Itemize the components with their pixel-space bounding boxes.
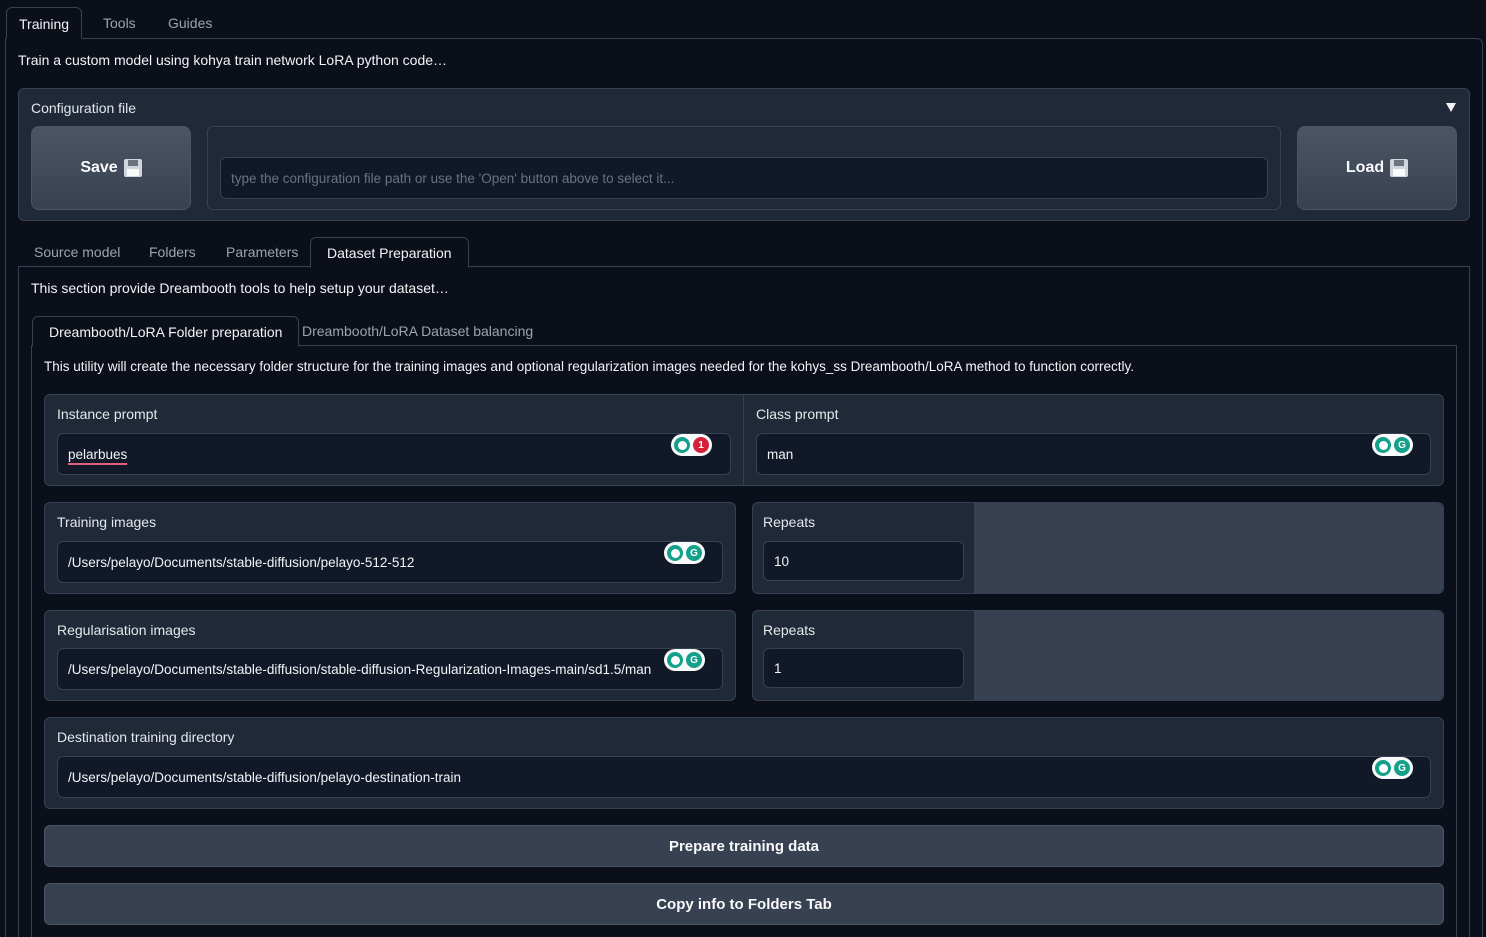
save-button[interactable]: Save bbox=[31, 126, 191, 210]
instance-prompt-input[interactable]: pelarbues bbox=[57, 433, 731, 475]
save-button-label: Save bbox=[80, 159, 118, 176]
training-images-value: /Users/pelayo/Documents/stable-diffusion… bbox=[68, 554, 415, 570]
utility-description: This utility will create the necessary f… bbox=[44, 359, 1135, 374]
grammarly-icon: G bbox=[686, 652, 702, 668]
destination-label: Destination training directory bbox=[57, 729, 235, 745]
repeats-empty-area bbox=[974, 611, 1443, 700]
config-path-input[interactable]: type the configuration file path or use … bbox=[220, 157, 1268, 199]
training-images-input[interactable]: /Users/pelayo/Documents/stable-diffusion… bbox=[57, 541, 723, 583]
load-button-label: Load bbox=[1345, 159, 1385, 176]
reg-images-value: /Users/pelayo/Documents/stable-diffusion… bbox=[68, 661, 652, 677]
grammarly-icon: G bbox=[1394, 437, 1410, 453]
floppy-disk-icon bbox=[1390, 159, 1409, 177]
destination-input[interactable]: /Users/pelayo/Documents/stable-diffusion… bbox=[57, 756, 1431, 798]
reg-repeats-label: Repeats bbox=[763, 622, 816, 638]
instance-prompt-label: Instance prompt bbox=[57, 406, 158, 422]
class-prompt-label: Class prompt bbox=[756, 406, 839, 422]
tab-parameters[interactable]: Parameters bbox=[210, 237, 314, 268]
copy-info-button[interactable]: Copy info to Folders Tab bbox=[44, 883, 1444, 925]
grammarly-icon: G bbox=[686, 545, 702, 561]
class-prompt-value: man bbox=[767, 446, 794, 462]
grammarly-badge[interactable]: G bbox=[664, 542, 705, 564]
reg-repeats-input[interactable]: 1 bbox=[763, 648, 964, 688]
prompts-divider bbox=[743, 395, 744, 485]
grammarly-badge[interactable]: G bbox=[1372, 757, 1413, 779]
lightbulb-icon bbox=[667, 545, 683, 561]
grammarly-badge[interactable]: G bbox=[664, 649, 705, 671]
grammarly-badge[interactable]: 1 bbox=[671, 434, 712, 456]
instance-prompt-value: pelarbues bbox=[68, 446, 128, 462]
reg-images-input[interactable]: /Users/pelayo/Documents/stable-diffusion… bbox=[57, 648, 723, 690]
lightbulb-icon bbox=[674, 437, 690, 453]
collapse-caret-icon[interactable] bbox=[1446, 103, 1456, 112]
grammarly-badge[interactable]: G bbox=[1372, 434, 1413, 456]
reg-repeats-value: 1 bbox=[774, 660, 782, 676]
grammarly-alert-count: 1 bbox=[693, 437, 709, 453]
training-repeats-label: Repeats bbox=[763, 514, 816, 530]
floppy-disk-icon bbox=[123, 159, 142, 177]
tab-dataset-preparation[interactable]: Dataset Preparation bbox=[310, 237, 469, 268]
lightbulb-icon bbox=[667, 652, 683, 668]
tab-dataset-balancing[interactable]: Dreambooth/LoRA Dataset balancing bbox=[286, 316, 549, 347]
prepare-training-data-button[interactable]: Prepare training data bbox=[44, 825, 1444, 867]
tab-folders[interactable]: Folders bbox=[133, 237, 212, 268]
class-prompt-input[interactable]: man bbox=[756, 433, 1431, 475]
destination-value: /Users/pelayo/Documents/stable-diffusion… bbox=[68, 769, 461, 785]
lightbulb-icon bbox=[1375, 437, 1391, 453]
lightbulb-icon bbox=[1375, 760, 1391, 776]
training-repeats-input[interactable]: 10 bbox=[763, 541, 964, 581]
tab-training[interactable]: Training bbox=[6, 7, 83, 39]
tab-guides[interactable]: Guides bbox=[156, 7, 224, 39]
dataset-description: This section provide Dreambooth tools to… bbox=[31, 280, 449, 296]
tab-tools[interactable]: Tools bbox=[91, 7, 148, 39]
reg-images-label: Regularisation images bbox=[57, 622, 196, 638]
grammarly-icon: G bbox=[1394, 760, 1410, 776]
page-description: Train a custom model using kohya train n… bbox=[18, 52, 448, 68]
repeats-empty-area bbox=[974, 503, 1443, 593]
tab-folder-preparation[interactable]: Dreambooth/LoRA Folder preparation bbox=[32, 316, 300, 347]
config-title[interactable]: Configuration file bbox=[31, 100, 136, 116]
tab-source-model[interactable]: Source model bbox=[18, 237, 136, 268]
training-images-label: Training images bbox=[57, 514, 157, 530]
training-repeats-value: 10 bbox=[774, 553, 790, 569]
load-button[interactable]: Load bbox=[1297, 126, 1457, 210]
